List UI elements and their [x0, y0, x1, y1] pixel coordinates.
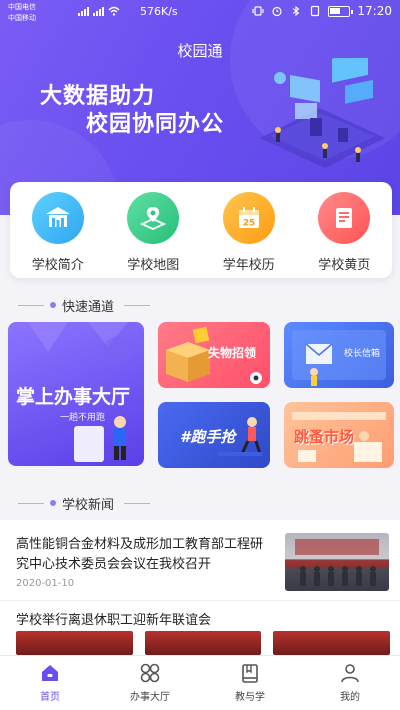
entry-school-map[interactable]: 学校地图	[106, 182, 202, 278]
phonebook-icon	[318, 192, 371, 244]
calendar-day: 25	[242, 219, 255, 229]
carrier-2: 中国移动	[8, 14, 36, 22]
battery-icon	[328, 5, 354, 17]
tab-profile[interactable]: 我的	[300, 656, 400, 710]
section-header-school-news: 学校新闻	[0, 492, 400, 514]
card-flea-market[interactable]: 跳蚤市场	[284, 402, 394, 468]
news-photo	[144, 631, 262, 655]
school-building-icon	[31, 192, 84, 244]
slogan-line-2: 校园协同办公	[86, 112, 225, 137]
entry-school-intro[interactable]: 学校简介	[10, 182, 106, 278]
sim-icon	[311, 5, 320, 17]
grid-icon	[140, 663, 160, 683]
news-photo	[16, 631, 133, 655]
home-icon	[42, 665, 58, 681]
card-subtitle: 一趟不用跑	[60, 413, 106, 423]
entry-label: 学校地图	[127, 258, 180, 273]
card-lost-and-found[interactable]: 失物招领	[158, 322, 270, 388]
card-title: 掌上办事大厅	[16, 386, 131, 408]
entry-school-calendar[interactable]: 25 学年校历	[201, 182, 297, 278]
entry-label: 学校简介	[31, 258, 84, 273]
entry-label: 学年校历	[222, 258, 275, 273]
clock: 17:20	[357, 4, 392, 18]
book-icon	[242, 664, 258, 683]
status-bar: 中国电信 中国移动 576K/s 17:20	[0, 0, 400, 26]
card-title: 跳蚤市场	[294, 428, 355, 446]
card-title: #跑手抢	[180, 428, 236, 446]
carrier-info: 中国电信 中国移动	[8, 2, 36, 24]
vibrate-icon	[252, 6, 265, 16]
divider	[124, 502, 151, 504]
tab-label: 我的	[340, 692, 360, 703]
bluetooth-icon	[293, 5, 300, 17]
news-item-thumbnail[interactable]	[285, 533, 389, 591]
entry-yellow-pages[interactable]: 学校黄页	[297, 182, 393, 278]
user-icon	[341, 664, 359, 683]
alarm-icon	[272, 6, 283, 17]
news-photo	[273, 631, 391, 655]
data-platform-illustration	[260, 58, 385, 168]
news-item-date: 2020-01-10	[16, 578, 75, 589]
tab-teaching[interactable]: 教与学	[200, 656, 300, 710]
card-principal-mailbox[interactable]: 校长信箱	[284, 322, 394, 388]
map-pin-icon	[127, 192, 180, 244]
divider	[18, 304, 44, 306]
status-right: 17:20	[252, 4, 392, 18]
section-header-quick-channel: 快速通道	[0, 294, 400, 316]
card-online-service-hall[interactable]: 掌上办事大厅 一趟不用跑	[8, 322, 144, 466]
news-item-title[interactable]: 高性能铜合金材料及成形加工教育部工程研究中心技术委员会会议在我校召开	[16, 535, 274, 575]
quick-entry-card: 学校简介 学校地图 25 学年校历 学校黄页	[10, 182, 392, 278]
tab-label: 教与学	[235, 692, 265, 703]
net-speed: 576K/s	[140, 5, 178, 18]
divider	[124, 304, 151, 306]
section-dot	[50, 500, 56, 506]
news-item-title[interactable]: 学校举行离退休职工迎新年联谊会	[16, 609, 211, 628]
card-title: 校长信箱	[344, 349, 381, 359]
meeting-photo	[295, 539, 379, 586]
card-title: 失物招领	[208, 346, 257, 360]
section-title: 快速通道	[62, 299, 115, 315]
tab-label: 办事大厅	[130, 692, 170, 703]
calendar-icon: 25	[222, 192, 275, 244]
news-item-thumbnails[interactable]	[16, 631, 391, 655]
tab-home[interactable]: 首页	[0, 656, 100, 710]
section-dot	[50, 302, 56, 308]
section-title: 学校新闻	[62, 497, 115, 513]
divider	[18, 502, 44, 504]
card-errand-runner[interactable]: #跑手抢	[158, 402, 270, 468]
carrier-1: 中国电信	[8, 3, 36, 11]
entry-label: 学校黄页	[318, 258, 371, 273]
bottom-tab-bar: 首页 办事大厅 教与学 我的	[0, 655, 400, 710]
tab-service-hall[interactable]: 办事大厅	[100, 656, 200, 710]
signal-icon	[78, 6, 120, 16]
wifi-icon	[108, 6, 120, 16]
tab-label: 首页	[40, 692, 60, 703]
divider	[0, 600, 400, 601]
